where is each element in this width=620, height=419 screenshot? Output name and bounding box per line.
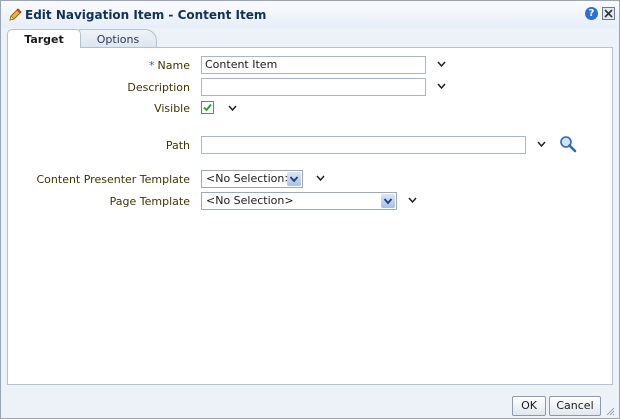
- edit-navigation-item-dialog: Edit Navigation Item - Content Item ? Op…: [0, 0, 620, 419]
- tab-bar: Options Target: [7, 28, 613, 48]
- title-bar[interactable]: Edit Navigation Item - Content Item ?: [1, 1, 619, 28]
- content-presenter-template-select[interactable]: <No Selection>: [201, 170, 303, 188]
- description-input[interactable]: [201, 78, 426, 96]
- content-presenter-chevron-icon[interactable]: [316, 175, 325, 182]
- resize-grip-icon[interactable]: [605, 406, 615, 416]
- dialog-title: Edit Navigation Item - Content Item: [25, 8, 267, 22]
- page-template-select[interactable]: <No Selection>: [201, 192, 397, 210]
- visible-checkbox[interactable]: [201, 101, 214, 114]
- cancel-button[interactable]: Cancel: [549, 396, 601, 416]
- dialog-footer: OK Cancel: [1, 386, 619, 418]
- close-icon[interactable]: [602, 7, 615, 20]
- dropdown-arrow-icon: [383, 198, 393, 205]
- page-template-label: Page Template: [109, 195, 190, 208]
- dropdown-arrow-icon: [289, 176, 299, 183]
- visible-label: Visible: [154, 102, 190, 115]
- description-translate-chevron-icon[interactable]: [437, 83, 446, 90]
- ok-button[interactable]: OK: [512, 396, 546, 416]
- search-icon[interactable]: [559, 135, 577, 153]
- help-icon[interactable]: ?: [585, 7, 598, 20]
- name-input[interactable]: Content Item: [201, 56, 426, 74]
- content-presenter-template-value: <No Selection>: [206, 172, 294, 185]
- path-chevron-icon[interactable]: [537, 141, 546, 148]
- name-label-text: Name: [157, 59, 190, 72]
- description-label: Description: [127, 81, 190, 94]
- page-template-value: <No Selection>: [206, 194, 294, 207]
- pencil-icon: [7, 7, 23, 23]
- path-input[interactable]: [201, 136, 526, 154]
- name-translate-chevron-icon[interactable]: [437, 61, 446, 68]
- name-label: * Name: [8, 59, 190, 72]
- tab-target[interactable]: Target: [7, 29, 81, 48]
- page-template-chevron-icon[interactable]: [408, 197, 417, 204]
- target-tab-panel: * Name Content Item Description Visible P…: [7, 47, 613, 385]
- tab-options[interactable]: Options: [79, 29, 157, 48]
- path-label: Path: [165, 139, 190, 152]
- content-presenter-dropdown-button[interactable]: [287, 172, 301, 186]
- checkmark-icon: [203, 103, 212, 112]
- page-template-dropdown-button[interactable]: [381, 194, 395, 208]
- required-marker: *: [149, 59, 155, 72]
- content-presenter-template-label: Content Presenter Template: [36, 173, 191, 186]
- visible-chevron-icon[interactable]: [228, 105, 237, 112]
